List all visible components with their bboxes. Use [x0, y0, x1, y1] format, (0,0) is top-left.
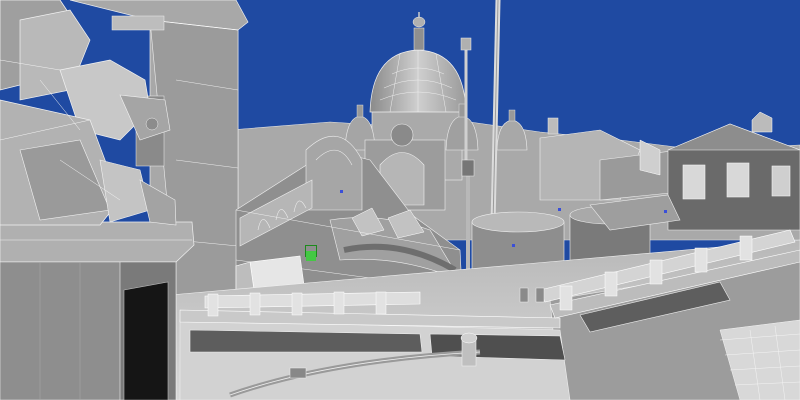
stone-pedestal[interactable] [0, 221, 195, 400]
3d-viewport[interactable] [0, 0, 800, 400]
scene-canvas[interactable] [0, 0, 800, 400]
selected-vertex-icon[interactable] [305, 245, 317, 261]
